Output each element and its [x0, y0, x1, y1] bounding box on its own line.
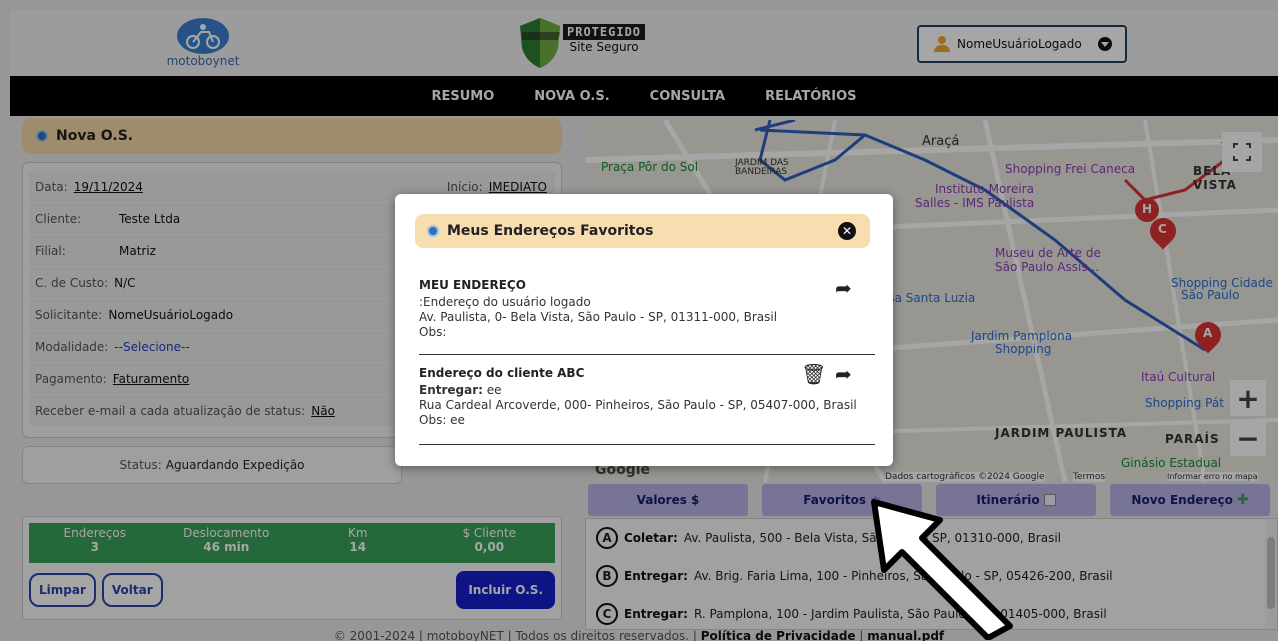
trash-icon[interactable]: 🗑 [801, 362, 826, 386]
favorite-item[interactable]: MEU ENDEREÇO :Endereço do usuário logado… [419, 278, 875, 340]
bullet-icon [427, 225, 439, 237]
modal-title: Meus Endereços Favoritos [447, 223, 654, 239]
share-icon[interactable]: ➦ [835, 362, 852, 386]
modal-header: Meus Endereços Favoritos ✕ [415, 214, 870, 248]
favorite-entregar-label: Entregar: [419, 383, 483, 397]
divider [419, 444, 875, 445]
favorite-subtitle: :Endereço do usuário logado [419, 295, 591, 309]
favorite-address: Av. Paulista, 0- Bela Vista, São Paulo -… [419, 310, 778, 324]
favorite-obs: Obs: ee [419, 413, 465, 427]
favorite-entregar-value: ee [486, 383, 502, 397]
favorite-title: MEU ENDEREÇO [419, 278, 526, 292]
pointer-arrow-icon [871, 499, 1013, 640]
favorites-modal: Meus Endereços Favoritos ✕ MEU ENDEREÇO … [395, 194, 893, 466]
divider [419, 354, 875, 355]
favorite-address: Rua Cardeal Arcoverde, 000- Pinheiros, S… [419, 398, 857, 412]
share-icon[interactable]: ➦ [835, 276, 852, 300]
favorite-obs: Obs: [419, 325, 447, 339]
close-icon[interactable]: ✕ [838, 222, 856, 240]
